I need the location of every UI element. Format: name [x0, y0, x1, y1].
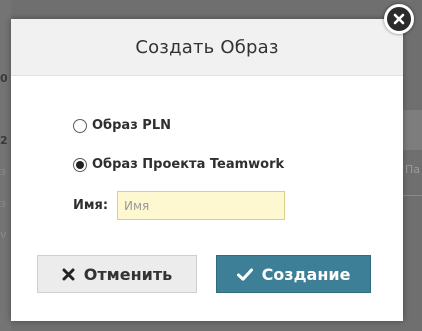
- x-icon: [62, 268, 75, 281]
- background-digit: 0: [0, 72, 8, 85]
- create-button[interactable]: Создание: [216, 255, 371, 293]
- checkmark-icon: [236, 268, 253, 281]
- close-button[interactable]: [384, 4, 414, 34]
- background-panel: [403, 110, 422, 150]
- name-input[interactable]: [117, 191, 285, 220]
- dialog-header: Создать Образ: [11, 19, 403, 76]
- background-text: v: [0, 228, 7, 241]
- radio-teamwork-image[interactable]: [73, 157, 87, 172]
- background-digit: 2: [0, 134, 8, 147]
- option-teamwork-image[interactable]: Образ Проекта Teamwork: [73, 157, 284, 172]
- option-label: Образ Проекта Teamwork: [92, 157, 285, 172]
- background-text: Па: [405, 163, 421, 176]
- background-text: з: [0, 197, 6, 210]
- create-image-dialog: Создать Образ Образ PLN Образ Проекта Te…: [11, 19, 403, 321]
- name-row: Имя:: [73, 191, 285, 220]
- name-label: Имя:: [73, 198, 109, 213]
- background-divider: [403, 195, 422, 196]
- cancel-button-label: Отменить: [83, 264, 173, 284]
- radio-pln-image[interactable]: [73, 118, 87, 133]
- close-icon: [393, 13, 405, 25]
- option-pln-image[interactable]: Образ PLN: [73, 118, 171, 133]
- option-label: Образ PLN: [92, 118, 171, 133]
- background-text: з: [0, 165, 6, 178]
- create-button-label: Создание: [261, 264, 351, 284]
- cancel-button[interactable]: Отменить: [37, 255, 197, 293]
- dialog-title: Создать Образ: [135, 36, 279, 58]
